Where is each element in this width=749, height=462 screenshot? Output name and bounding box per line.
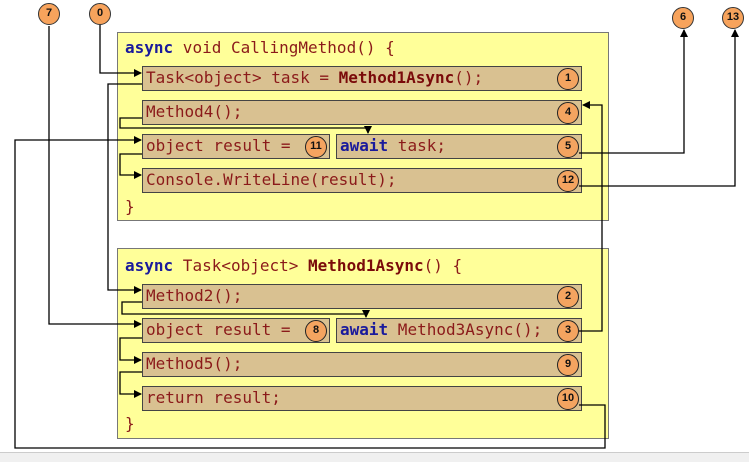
control-flow-arrows [14,25,739,449]
arrow-result-to-console [119,153,142,179]
arrow-method4-to-await-task [119,117,372,134]
arrow-3-to-method4 [579,101,603,332]
arrow-0-to-stmt1 [99,25,142,77]
arrow-method2-to-await [121,301,370,318]
arrow-10-to-calling-result [14,136,606,449]
arrow-stmt1-to-method2 [107,83,142,294]
arrow-method5-to-return [119,371,142,398]
arrow-5-to-6 [579,29,688,154]
arrow-result-to-method5 [119,337,142,364]
